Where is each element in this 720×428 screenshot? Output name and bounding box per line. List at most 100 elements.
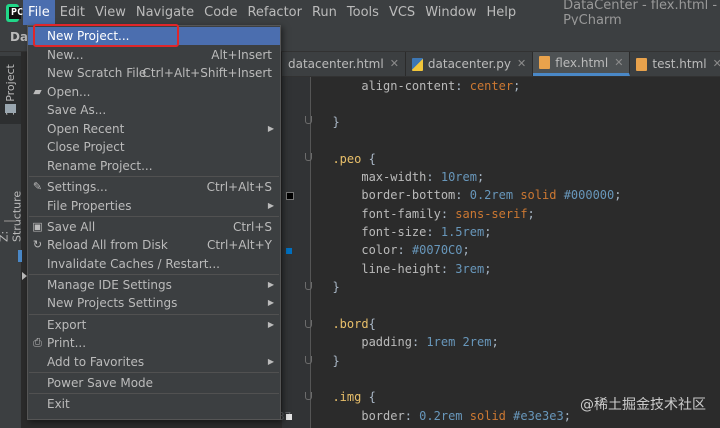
menu-item-open[interactable]: ▰ Open...: [28, 83, 280, 101]
menu-run[interactable]: Run: [307, 0, 342, 25]
selection-marker: [18, 250, 22, 262]
annotation-highlight-box: [33, 24, 179, 47]
save-icon: ▣: [32, 220, 43, 233]
close-icon[interactable]: ✕: [390, 52, 399, 76]
tool-window-structure-tab[interactable]: Z: Structure: [0, 180, 24, 242]
menu-item-save-all[interactable]: ▣ Save All Ctrl+S: [28, 218, 280, 236]
submenu-arrow-icon: ▶: [267, 201, 274, 210]
tab-datacenter-py[interactable]: datacenter.py ✕: [406, 52, 534, 76]
color-swatch-blue[interactable]: [286, 248, 292, 254]
menu-separator: [29, 314, 279, 315]
tab-label: datacenter.py: [427, 57, 511, 71]
folder-icon[interactable]: [5, 104, 16, 113]
menu-help[interactable]: Help: [481, 0, 521, 25]
code-line: }: [332, 280, 340, 294]
code-line: max-width: 10rem;: [361, 170, 485, 184]
menu-item-rename-project[interactable]: Rename Project...: [28, 157, 280, 175]
menu-separator: [29, 216, 279, 217]
html-file-icon: [539, 56, 551, 69]
code-line: .peo {: [332, 152, 376, 166]
color-swatch-black[interactable]: [286, 192, 294, 200]
menu-separator: [29, 393, 279, 394]
fold-icon[interactable]: [305, 392, 312, 400]
structure-separator: [4, 220, 16, 222]
file-menu-dropdown: New Project... New... Alt+Insert New Scra…: [27, 25, 281, 420]
code-line: }: [332, 354, 340, 368]
close-icon[interactable]: ✕: [517, 52, 526, 76]
menu-item-power-save-mode[interactable]: Power Save Mode: [28, 374, 280, 392]
code-line: border-bottom: 0.2rem solid #000000;: [361, 188, 622, 202]
code-line: line-height: 3rem;: [361, 262, 492, 276]
menu-edit[interactable]: Edit: [55, 0, 90, 25]
python-file-icon: [411, 57, 423, 71]
code-line: border: 0.2rem solid #e3e3e3;: [361, 409, 571, 423]
code-line: .bord{: [332, 317, 376, 331]
menu-separator: [29, 274, 279, 275]
color-swatch-light[interactable]: [286, 414, 292, 420]
tab-label: test.html: [652, 57, 707, 71]
submenu-arrow-icon: ▶: [267, 280, 274, 289]
fold-icon[interactable]: [305, 282, 312, 290]
close-icon[interactable]: ✕: [713, 52, 720, 76]
menu-item-reload-all[interactable]: ↻ Reload All from Disk Ctrl+Alt+Y: [28, 236, 280, 254]
tab-datacenter-html[interactable]: datacenter.html ✕: [282, 52, 406, 76]
code-line: padding: 1rem 2rem;: [361, 335, 499, 349]
menu-item-exit[interactable]: Exit: [28, 395, 280, 413]
menu-separator: [29, 372, 279, 373]
printer-icon: ⎙: [33, 336, 42, 349]
submenu-arrow-icon: ▶: [267, 357, 274, 366]
code-line: font-size: 1.5rem;: [361, 225, 492, 239]
menu-view[interactable]: View: [90, 0, 131, 25]
fold-icon[interactable]: [305, 320, 312, 328]
menu-window[interactable]: Window: [420, 0, 481, 25]
tool-window-project-tab[interactable]: 1: Project: [0, 56, 21, 124]
menu-code[interactable]: Code: [199, 0, 242, 25]
editor-tab-bar: datacenter.html ✕ datacenter.py ✕ flex.h…: [282, 52, 720, 77]
code-line: font-family: sans-serif;: [361, 207, 535, 221]
menu-item-add-to-favorites[interactable]: Add to Favorites ▶: [28, 353, 280, 371]
pycharm-logo-icon: PC: [6, 3, 23, 22]
menu-tools[interactable]: Tools: [342, 0, 384, 25]
code-line: align-content: center;: [361, 79, 521, 93]
window-title: DataCenter - flex.html - PyCharm: [563, 0, 718, 28]
folder-open-icon: ▰: [33, 85, 42, 98]
menu-item-manage-ide-settings[interactable]: Manage IDE Settings ▶: [28, 276, 280, 294]
close-icon[interactable]: ✕: [614, 51, 623, 75]
html-file-icon: [636, 57, 648, 71]
menu-item-open-recent[interactable]: Open Recent ▶: [28, 120, 280, 138]
breadcrumb[interactable]: Da: [10, 30, 28, 44]
fold-icon[interactable]: [305, 356, 312, 364]
watermark: @稀土掘金技术社区: [580, 397, 706, 413]
menu-item-close-project[interactable]: Close Project: [28, 138, 280, 156]
submenu-arrow-icon: ▶: [267, 298, 274, 307]
menu-item-file-properties[interactable]: File Properties ▶: [28, 197, 280, 215]
reload-icon: ↻: [32, 238, 43, 251]
menu-item-new-scratch-file[interactable]: New Scratch File Ctrl+Alt+Shift+Insert: [28, 64, 280, 82]
submenu-arrow-icon: ▶: [267, 124, 274, 133]
menu-separator: [29, 176, 279, 177]
wrench-icon: ✎: [32, 180, 43, 193]
code-line: .img {: [332, 390, 376, 404]
tab-label: datacenter.html: [288, 57, 384, 71]
code-line: color: #0070C0;: [361, 243, 470, 257]
menu-refactor[interactable]: Refactor: [242, 0, 307, 25]
menu-bar: PC File Edit View Navigate Code Refactor…: [0, 0, 720, 28]
menu-item-export[interactable]: Export ▶: [28, 316, 280, 334]
menu-item-invalidate-caches[interactable]: Invalidate Caches / Restart...: [28, 255, 280, 273]
tab-flex-html[interactable]: flex.html ✕: [533, 51, 631, 76]
left-tool-strip: 1: Project Z: Structure: [0, 52, 27, 428]
code-editor[interactable]: align-content: center; } .peo { max-widt…: [318, 77, 720, 428]
menu-item-save-as[interactable]: Save As...: [28, 101, 280, 119]
fold-icon[interactable]: [305, 153, 312, 161]
tab-test-html[interactable]: test.html ✕: [630, 52, 720, 76]
submenu-arrow-icon: ▶: [267, 320, 274, 329]
fold-icon[interactable]: [305, 116, 312, 124]
menu-file[interactable]: File: [23, 0, 55, 25]
code-line: }: [332, 115, 340, 129]
menu-item-new-projects-settings[interactable]: New Projects Settings ▶: [28, 294, 280, 312]
menu-vcs[interactable]: VCS: [384, 0, 420, 25]
menu-item-settings[interactable]: ✎ Settings... Ctrl+Alt+S: [28, 178, 280, 196]
menu-item-print[interactable]: ⎙ Print...: [28, 334, 280, 352]
menu-item-new[interactable]: New... Alt+Insert: [28, 46, 280, 64]
menu-navigate[interactable]: Navigate: [131, 0, 199, 25]
